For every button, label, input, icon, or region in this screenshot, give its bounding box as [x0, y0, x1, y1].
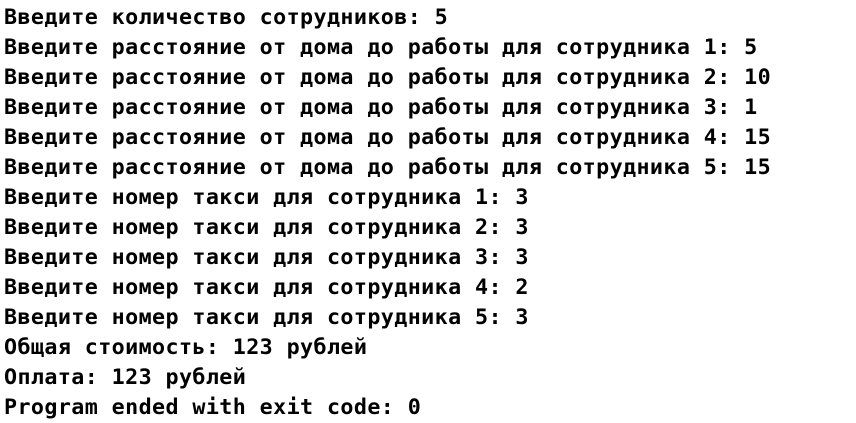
console-line-taxi-2: Введите номер такси для сотрудника 2: 3	[4, 215, 529, 240]
console-line-distance-2: Введите расстояние от дома до работы для…	[4, 65, 772, 90]
console-line-payment: Оплата: 123 рублей	[4, 365, 247, 390]
console-line-taxi-3: Введите номер такси для сотрудника 3: 3	[4, 245, 529, 270]
console-line-total-cost: Общая стоимость: 123 рублей	[4, 335, 368, 360]
console-line-distance-1: Введите расстояние от дома до работы для…	[4, 35, 758, 60]
console-line-taxi-4: Введите номер такси для сотрудника 4: 2	[4, 275, 529, 300]
console-line-taxi-1: Введите номер такси для сотрудника 1: 3	[4, 185, 529, 210]
console-line-distance-4: Введите расстояние от дома до работы для…	[4, 125, 772, 150]
console-line-employee-count: Введите количество сотрудников: 5	[4, 5, 449, 30]
console-line-exit-code: Program ended with exit code: 0	[4, 395, 422, 420]
console-output[interactable]: Введите количество сотрудников: 5 Введит…	[0, 0, 856, 422]
console-line-distance-3: Введите расстояние от дома до работы для…	[4, 95, 758, 120]
console-line-distance-5: Введите расстояние от дома до работы для…	[4, 155, 772, 180]
console-line-taxi-5: Введите номер такси для сотрудника 5: 3	[4, 305, 529, 330]
